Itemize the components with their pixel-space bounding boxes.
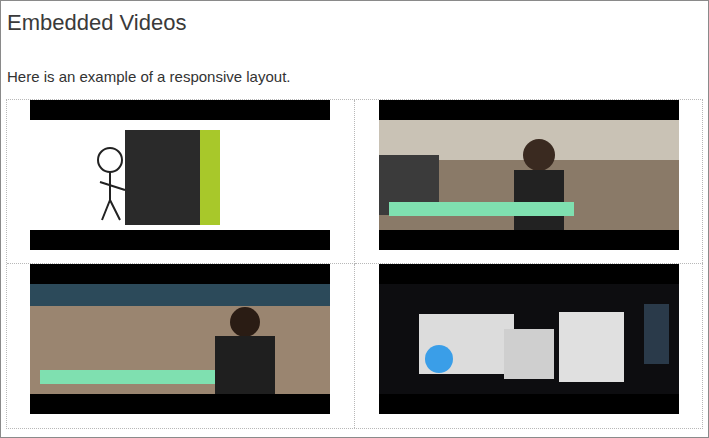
video-thumbnail	[30, 120, 330, 230]
embedded-video[interactable]	[379, 264, 679, 414]
embedded-video[interactable]	[30, 100, 330, 250]
video-table	[6, 99, 703, 429]
video-thumbnail	[379, 120, 679, 230]
table-cell	[7, 264, 355, 428]
page-title: Embedded Videos	[7, 9, 708, 37]
embedded-video[interactable]	[379, 100, 679, 250]
table-cell	[355, 100, 703, 264]
table-cell	[7, 100, 355, 264]
table-cell	[355, 264, 703, 428]
embedded-video[interactable]	[30, 264, 330, 414]
video-thumbnail	[379, 284, 679, 394]
intro-text: Here is an example of a responsive layou…	[7, 67, 708, 87]
video-thumbnail	[30, 284, 330, 394]
